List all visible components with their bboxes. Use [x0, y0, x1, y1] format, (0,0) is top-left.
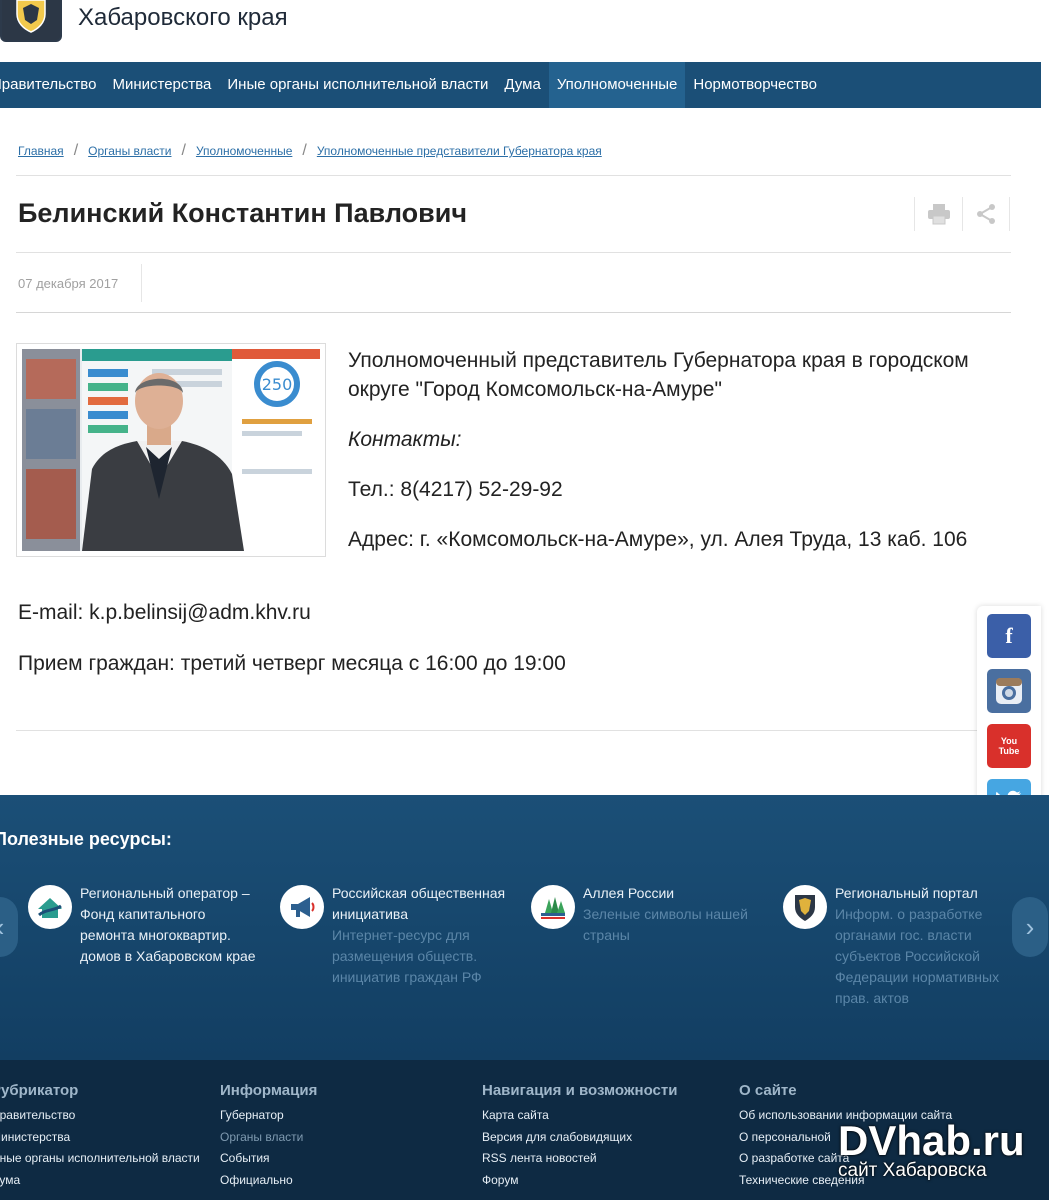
email-text: E-mail: k.p.belinsij@adm.khv.ru [18, 601, 311, 624]
facebook-icon: f [1005, 623, 1013, 648]
useful-resources-section: Полезные ресурсы: ‹ › Региональный опера… [0, 795, 1049, 1060]
nav-item-ministries[interactable]: Министерства [104, 62, 219, 108]
breadcrumb-separator: / [181, 142, 186, 159]
instagram-icon [996, 678, 1022, 704]
resources-title: Полезные ресурсы: [0, 829, 172, 849]
nav-item-representatives[interactable]: Уполномоченные [548, 62, 686, 108]
divider [141, 264, 142, 302]
breadcrumb-home[interactable]: Главная [18, 144, 64, 158]
site-header: Хабаровского края [0, 0, 1049, 62]
share-icon [977, 204, 995, 224]
divider [16, 730, 1011, 731]
breadcrumb-representatives[interactable]: Уполномоченные [196, 144, 292, 158]
footer-link[interactable]: Иные органы исполнительной власти [0, 1148, 200, 1170]
resource-name[interactable]: Аллея России [583, 883, 761, 904]
footer-column-information: Информация Губернатор Органы власти Собы… [220, 1082, 317, 1191]
footer-link[interactable]: Министерства [0, 1127, 200, 1149]
site-title: Хабаровского края [78, 4, 288, 31]
resource-name[interactable]: Региональный оператор – Фонд капитальног… [80, 883, 258, 967]
footer-link[interactable]: Дума [0, 1170, 200, 1192]
footer-column-title: Информация [220, 1082, 318, 1099]
trees-icon [531, 885, 575, 929]
main-nav: Правительство Министерства Иные органы и… [0, 62, 1041, 108]
breadcrumb-governor-representatives[interactable]: Уполномоченные представители Губернатора… [317, 144, 602, 158]
footer-link[interactable]: Версия для слабовидящих [482, 1127, 677, 1149]
footer-column-title: Навигация и возможности [482, 1082, 678, 1099]
footer-link[interactable]: Официально [220, 1170, 317, 1192]
chevron-right-icon: › [1025, 911, 1035, 942]
breadcrumb: Главная / Органы власти / Уполномоченные… [18, 142, 602, 160]
resource-desc: Информ. о разработке органами гос. власт… [835, 906, 1000, 1006]
facebook-button[interactable]: f [987, 614, 1031, 658]
phone-text: Тел.: 8(4217) 52-29-92 [348, 478, 563, 501]
carousel-next-button[interactable]: › [1012, 897, 1048, 957]
footer-column-navigation: Навигация и возможности Карта сайта Верс… [482, 1082, 677, 1191]
footer-link[interactable]: Карта сайта [482, 1105, 677, 1127]
footer-column-rubricator: Рубрикатор Правительство Министерства Ин… [0, 1082, 200, 1191]
youtube-icon: You Tube [998, 736, 1020, 756]
portrait-image: 250 [22, 349, 320, 551]
page-title: Белинский Константин Павлович [18, 198, 468, 228]
youtube-button[interactable]: You Tube [987, 724, 1031, 768]
shield-icon [16, 0, 46, 33]
poster-number: 250 [262, 375, 293, 394]
watermark: DVhab.ru сайт Хабаровска [838, 1118, 1025, 1182]
footer-link[interactable]: Правительство [0, 1105, 200, 1127]
reception-hours-text: Прием граждан: третий четверг месяца с 1… [18, 652, 566, 675]
footer-link[interactable]: События [220, 1148, 317, 1170]
footer-column-title: О сайте [739, 1082, 797, 1099]
contacts-label: Контакты: [348, 428, 462, 451]
resource-name[interactable]: Российская общественная инициатива [332, 883, 510, 925]
footer-link[interactable]: Форум [482, 1170, 677, 1192]
footer-link[interactable]: RSS лента новостей [482, 1148, 677, 1170]
resource-desc: Зеленые символы нашей страны [583, 906, 748, 943]
breadcrumb-separator: / [73, 142, 79, 159]
resource-desc: Интернет-ресурс для размещения обществ. … [332, 927, 482, 985]
position-text: Уполномоченный представитель Губернатора… [348, 349, 969, 401]
carousel-prev-button[interactable]: ‹ [0, 897, 18, 957]
share-button[interactable] [962, 197, 1010, 231]
nav-item-lawmaking[interactable]: Нормотворчество [685, 62, 825, 108]
nav-item-government[interactable]: Правительство [0, 62, 104, 108]
footer-column-title: Рубрикатор [0, 1082, 79, 1099]
watermark-site: DVhab.ru [838, 1117, 1025, 1164]
nav-item-duma[interactable]: Дума [496, 62, 548, 108]
publication-date: 07 декабря 2017 [18, 276, 119, 291]
portrait-photo: 250 [16, 343, 326, 557]
house-fund-icon [28, 885, 72, 929]
divider [16, 312, 1011, 313]
footer-link[interactable]: Органы власти [220, 1127, 317, 1149]
regional-emblem-icon [783, 885, 827, 929]
nav-item-other-bodies[interactable]: Иные органы исполнительной власти [219, 62, 496, 108]
coat-of-arms-logo[interactable] [0, 0, 62, 42]
chevron-left-icon: ‹ [0, 912, 4, 943]
megaphone-icon [280, 885, 324, 929]
footer-link[interactable]: Губернатор [220, 1105, 317, 1127]
print-button[interactable] [914, 197, 962, 231]
breadcrumb-separator: / [302, 142, 307, 159]
instagram-button[interactable] [987, 669, 1031, 713]
representative-info: Уполномоченный представитель Губернатора… [348, 346, 1008, 575]
printer-icon [927, 204, 950, 225]
photo-image: 250 [22, 349, 320, 551]
divider [16, 252, 1011, 253]
breadcrumb-authorities[interactable]: Органы власти [88, 144, 171, 158]
page-tools [914, 197, 1010, 231]
address-text: Адрес: г. «Комсомольск-на-Амуре», ул. Ал… [348, 528, 968, 551]
divider [16, 175, 1011, 176]
resource-name[interactable]: Региональный портал [835, 883, 1013, 904]
